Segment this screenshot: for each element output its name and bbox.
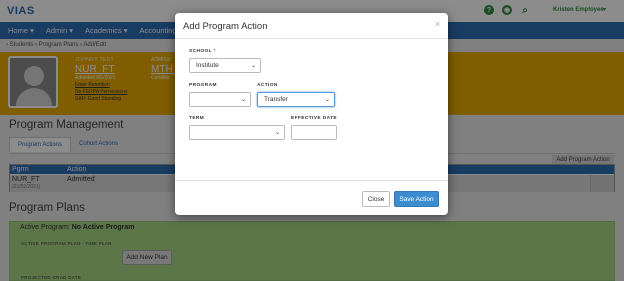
close-icon[interactable]: × [435,19,440,29]
school-label: SCHOOL * [189,49,216,54]
term-label: TERM [189,116,205,121]
program-label: PROGRAM [189,83,217,88]
chevron-down-icon: ⌄ [240,97,246,103]
school-label-text: SCHOOL [189,49,212,54]
term-select[interactable]: ⌄ [189,125,285,140]
chevron-down-icon: ⌄ [274,130,280,136]
dialog-header-divider [175,38,448,39]
program-select[interactable]: ⌄ [189,92,251,107]
dialog-title: Add Program Action [183,21,268,32]
add-program-action-dialog: Add Program Action × SCHOOL * Institute … [175,13,448,215]
action-select-value: Transfer [264,96,288,103]
action-select[interactable]: Transfer ⌄ [257,92,335,107]
chevron-down-icon: ⌄ [250,63,256,69]
school-select[interactable]: Institute ⌄ [189,58,261,73]
required-marker: * [213,49,216,54]
action-label: ACTION [257,83,278,88]
school-select-value: Institute [196,62,219,69]
close-button[interactable]: Close [362,191,390,207]
dialog-footer-divider [175,180,448,181]
chevron-down-icon: ⌄ [324,97,330,103]
effective-date-input[interactable] [291,125,337,140]
effective-date-label: EFFECTIVE DATE [291,116,338,121]
save-action-button[interactable]: Save Action [394,191,439,207]
